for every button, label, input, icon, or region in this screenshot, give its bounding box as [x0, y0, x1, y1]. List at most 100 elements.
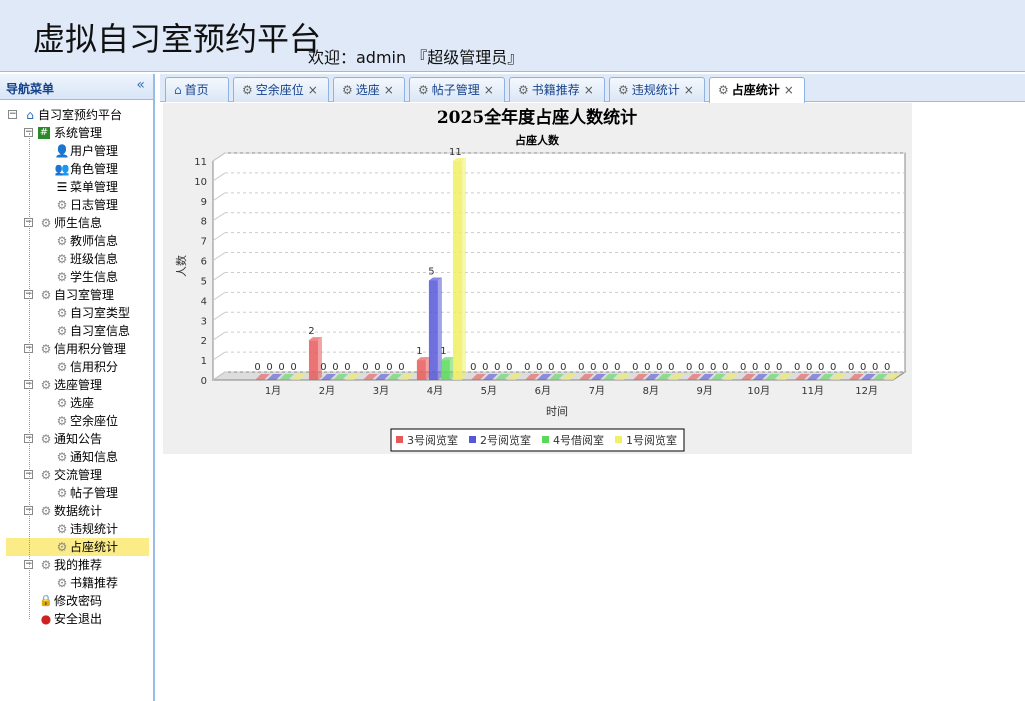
- gear-icon: ⚙: [40, 468, 52, 482]
- tree-item-25[interactable]: ⚙ 我的推荐: [38, 556, 102, 574]
- tree-item-6[interactable]: ⚙ 师生信息: [38, 214, 102, 232]
- tree-item-label: 自习室信息: [70, 324, 131, 338]
- tab-0[interactable]: ⌂ 首页: [165, 77, 229, 102]
- sidebar-header: 导航菜单 «: [0, 74, 153, 100]
- gear-icon: ⚙: [40, 504, 52, 518]
- x-tick-label: 6月: [535, 385, 551, 397]
- data-label: 0: [614, 362, 620, 373]
- data-label: 0: [290, 362, 296, 373]
- tree-item-9[interactable]: ⚙ 学生信息: [54, 268, 118, 286]
- bar: [452, 161, 462, 380]
- sidebar-title: 导航菜单: [6, 82, 55, 96]
- user-icon: 👤: [54, 144, 70, 158]
- tree-item-label: 书籍推荐: [70, 576, 119, 590]
- tree-item-11[interactable]: ⚙ 自习室类型: [54, 304, 130, 322]
- tree-toggle-icon[interactable]: −: [8, 110, 17, 119]
- legend-swatch: [615, 436, 622, 443]
- tree-item-17[interactable]: ⚙ 空余座位: [54, 412, 118, 430]
- tree-item-3[interactable]: 👥角色管理: [54, 160, 119, 178]
- tree-item-27[interactable]: 🔒修改密码: [38, 592, 102, 610]
- tab-label: 空余座位: [255, 83, 304, 97]
- data-label: 0: [320, 362, 326, 373]
- data-label: 0: [536, 362, 542, 373]
- data-label: 0: [776, 362, 782, 373]
- tab-2[interactable]: ⚙ 选座 ×: [333, 77, 405, 102]
- tree-item-24[interactable]: ⚙ 占座统计: [6, 538, 149, 556]
- tab-6[interactable]: ⚙ 占座统计 ×: [709, 77, 805, 103]
- close-icon[interactable]: ×: [384, 83, 394, 97]
- tab-3[interactable]: ⚙ 帖子管理 ×: [409, 77, 505, 102]
- tree-guide-line: [29, 133, 30, 619]
- tree-item-12[interactable]: ⚙ 自习室信息: [54, 322, 130, 340]
- data-label: 0: [332, 362, 338, 373]
- tree-item-15[interactable]: ⚙ 选座管理: [38, 376, 102, 394]
- tree-item-label: 自习室预约平台: [38, 108, 123, 122]
- bar: [440, 360, 450, 380]
- collapse-icon[interactable]: «: [136, 77, 145, 93]
- tree-item-5[interactable]: ⚙ 日志管理: [54, 196, 118, 214]
- tree-item-10[interactable]: ⚙ 自习室管理: [38, 286, 114, 304]
- x-tick-label: 10月: [747, 385, 770, 397]
- data-label: 0: [602, 362, 608, 373]
- data-label: 11: [449, 147, 462, 158]
- close-icon[interactable]: ×: [784, 83, 794, 97]
- exit-icon: ●: [40, 612, 52, 626]
- x-tick-label: 2月: [319, 385, 335, 397]
- tab-5[interactable]: ⚙ 违规统计 ×: [609, 77, 705, 102]
- data-label: 0: [830, 362, 836, 373]
- data-label: 0: [374, 362, 380, 373]
- tree-item-1[interactable]: # 系统管理: [38, 124, 102, 142]
- tree-item-label: 交流管理: [54, 468, 103, 482]
- tab-4[interactable]: ⚙ 书籍推荐 ×: [509, 77, 605, 102]
- tree-item-8[interactable]: ⚙ 班级信息: [54, 250, 118, 268]
- data-label: 0: [668, 362, 674, 373]
- tree-item-label: 通知公告: [54, 432, 103, 446]
- home-icon: ⌂: [26, 108, 34, 122]
- tree-item-19[interactable]: ⚙ 通知信息: [54, 448, 118, 466]
- y-tick-label: 3: [201, 316, 207, 327]
- tree-item-23[interactable]: ⚙ 违规统计: [54, 520, 118, 538]
- grid-icon: #: [38, 127, 50, 139]
- data-label: 0: [266, 362, 272, 373]
- tree-item-0[interactable]: ⌂ 自习室预约平台: [22, 106, 122, 124]
- y-tick-label: 11: [194, 157, 207, 168]
- tree-item-16[interactable]: ⚙ 选座: [54, 394, 94, 412]
- data-label: 0: [806, 362, 812, 373]
- data-label: 0: [794, 362, 800, 373]
- gear-icon: ⚙: [56, 324, 68, 338]
- tab-1[interactable]: ⚙ 空余座位 ×: [233, 77, 329, 102]
- close-icon[interactable]: ×: [484, 83, 494, 97]
- x-tick-label: 4月: [427, 385, 443, 397]
- y-tick-label: 5: [201, 276, 207, 287]
- welcome-text: 欢迎：admin 『超级管理员』: [308, 48, 524, 67]
- tree-item-label: 师生信息: [54, 216, 103, 230]
- gear-icon: ⚙: [56, 198, 68, 212]
- tree-item-22[interactable]: ⚙ 数据统计: [38, 502, 102, 520]
- tree-item-4[interactable]: ☰ 菜单管理: [54, 178, 118, 196]
- tree-item-13[interactable]: ⚙ 信用积分管理: [38, 340, 126, 358]
- close-icon[interactable]: ×: [684, 83, 694, 97]
- tree-item-2[interactable]: 👤用户管理: [54, 142, 119, 160]
- tree-item-26[interactable]: ⚙ 书籍推荐: [54, 574, 118, 592]
- y-tick-label: 7: [201, 237, 207, 248]
- tree-item-28[interactable]: ● 安全退出: [38, 610, 102, 628]
- tree-item-label: 班级信息: [70, 252, 119, 266]
- y-tick-label: 2: [201, 336, 207, 347]
- tree-item-14[interactable]: ⚙ 信用积分: [54, 358, 118, 376]
- data-label: 0: [740, 362, 746, 373]
- x-axis-label: 时间: [546, 405, 568, 418]
- y-tick-label: 8: [201, 217, 207, 228]
- close-icon[interactable]: ×: [308, 83, 318, 97]
- tree-item-21[interactable]: ⚙ 帖子管理: [54, 484, 118, 502]
- data-label: 1: [440, 346, 446, 357]
- gear-icon: ⚙: [242, 83, 253, 97]
- legend-label: 1号阅览室: [626, 433, 677, 447]
- gear-icon: ⚙: [40, 378, 52, 392]
- tree-item-20[interactable]: ⚙ 交流管理: [38, 466, 102, 484]
- tree-item-18[interactable]: ⚙ 通知公告: [38, 430, 102, 448]
- x-tick-label: 3月: [373, 385, 389, 397]
- close-icon[interactable]: ×: [584, 83, 594, 97]
- tree-item-7[interactable]: ⚙ 教师信息: [54, 232, 118, 250]
- data-label: 0: [548, 362, 554, 373]
- data-label: 0: [578, 362, 584, 373]
